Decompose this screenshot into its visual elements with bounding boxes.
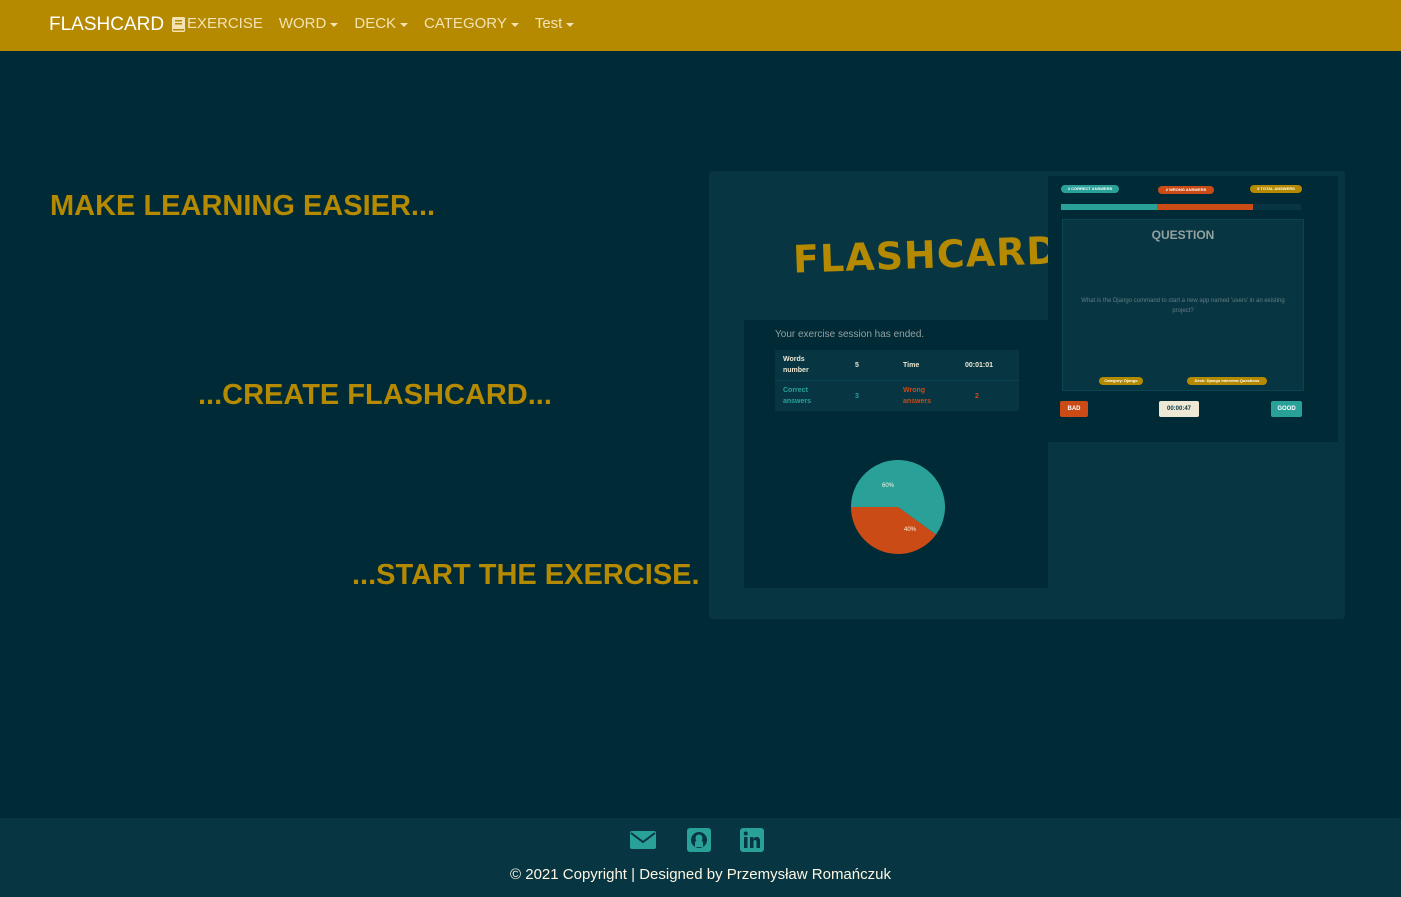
- preview-result-panel: Your exercise session has ended. Words n…: [744, 320, 1048, 588]
- pie-label-wrong: 40%: [904, 527, 917, 533]
- preview-bad-button: BAD: [1060, 401, 1088, 417]
- nav-dropdown-deck[interactable]: DECK: [354, 14, 409, 34]
- table-row: Words number 5 Time 00:01:01: [775, 350, 1019, 381]
- badge-total: 5 TOTAL ANSWERS: [1250, 185, 1302, 193]
- table-cell: 5: [855, 362, 859, 369]
- preview-pie-chart: 60% 40%: [851, 460, 945, 554]
- caret-down-icon: [400, 23, 409, 27]
- table-cell: Wrong answers: [903, 387, 932, 405]
- preview-quiz-panel: 3 CORRECT ANSWERS 2 WRONG ANSWERS 5 TOTA…: [1048, 176, 1338, 442]
- hero-line-3: ...START THE EXERCISE.: [352, 559, 700, 591]
- table-cell: 3: [855, 393, 859, 400]
- hero-line-2: ...CREATE FLASHCARD...: [198, 379, 552, 411]
- nav-items: EXERCISE WORD DECK CATEGORY Test: [172, 14, 590, 34]
- preview-timer: 00:00:47: [1159, 401, 1199, 417]
- nav-dropdown-user[interactable]: Test: [535, 14, 575, 34]
- nav-item-exercise[interactable]: EXERCISE: [172, 14, 263, 34]
- nav-item-label: Test: [534, 15, 563, 32]
- linkedin-icon[interactable]: [739, 827, 765, 853]
- github-icon[interactable]: [686, 827, 712, 853]
- badge-wrong: 2 WRONG ANSWERS: [1158, 186, 1214, 194]
- nav-item-label: DECK: [354, 15, 397, 32]
- question-title: QUESTION: [1151, 228, 1215, 242]
- table-cell: 2: [975, 393, 979, 400]
- preview-result-title: Your exercise session has ended.: [775, 329, 925, 340]
- progress-wrong: [1157, 204, 1253, 210]
- table-cell: Words number: [783, 356, 809, 374]
- progress-correct: [1061, 204, 1157, 210]
- caret-down-icon: [510, 23, 519, 27]
- preview-good-button: GOOD: [1271, 401, 1302, 417]
- question-text: What is the Django command to start a ne…: [1081, 298, 1285, 314]
- footer: © 2021 Copyright | Designed by Przemysła…: [0, 818, 1401, 897]
- nav-item-label: CATEGORY: [424, 15, 507, 32]
- preview-result-table: Words number 5 Time 00:01:01 Correct ans…: [775, 350, 1019, 411]
- badge-correct: 3 CORRECT ANSWERS: [1061, 185, 1119, 193]
- nav-item-label: WORD: [278, 15, 327, 32]
- hero-line-1: MAKE LEARNING EASIER...: [50, 190, 436, 222]
- preview-question-card: QUESTION What is the Django command to s…: [1062, 219, 1304, 391]
- deck-pill: Deck: Django Interview Questions: [1187, 377, 1267, 385]
- category-pill: Category: Django: [1099, 377, 1143, 385]
- book-icon: [172, 16, 185, 32]
- preview-progress-bar: [1061, 204, 1301, 210]
- nav-dropdown-word[interactable]: WORD: [279, 14, 339, 34]
- preview-logo: FLASHCARD: [792, 228, 1060, 282]
- navbar: FLASHCARD EXERCISE WORD DECK CATEGORY Te…: [0, 0, 1401, 51]
- pie-label-correct: 60%: [882, 483, 895, 489]
- table-cell: Correct answers: [783, 387, 812, 405]
- nav-dropdown-category[interactable]: CATEGORY: [424, 14, 519, 34]
- table-cell: 00:01:01: [965, 362, 994, 369]
- caret-down-icon: [566, 23, 575, 27]
- navbar-brand[interactable]: FLASHCARD: [49, 13, 164, 37]
- table-cell: Time: [903, 362, 920, 369]
- copyright-text: © 2021 Copyright | Designed by Przemysła…: [510, 866, 891, 883]
- mail-icon[interactable]: [630, 827, 656, 853]
- caret-down-icon: [330, 23, 339, 27]
- table-row: Correct answers 3 Wrong answers 2: [775, 381, 1019, 411]
- nav-item-label: EXERCISE: [187, 15, 263, 32]
- app-preview-image: FLASHCARD Your exercise session has ende…: [709, 171, 1345, 619]
